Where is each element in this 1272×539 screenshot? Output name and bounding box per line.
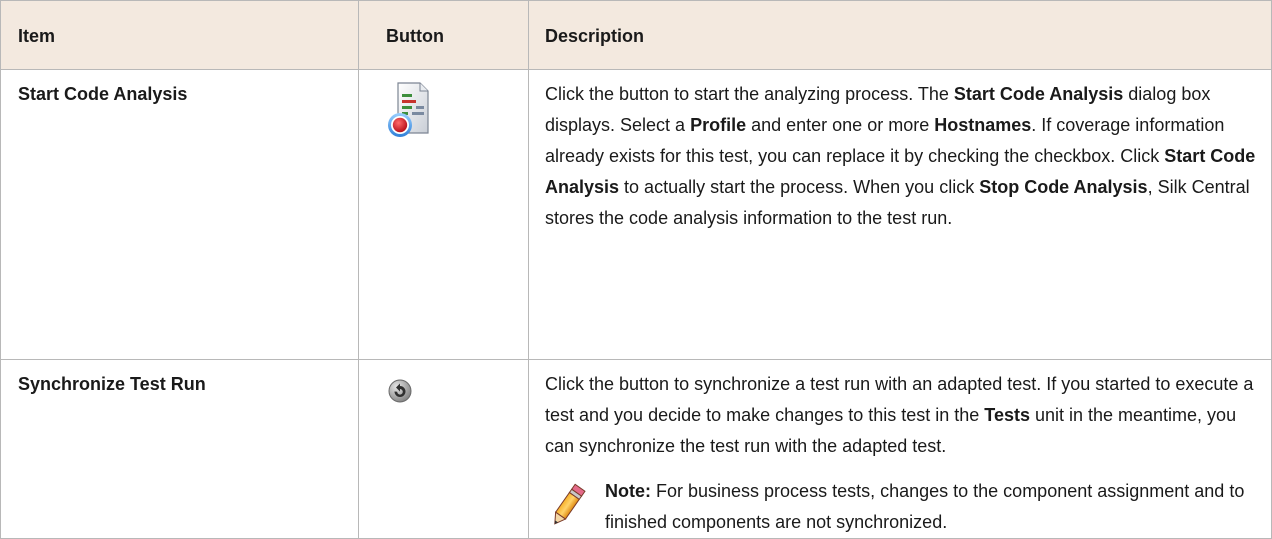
note-label: Note: [605, 481, 651, 501]
desc-seg: Hostnames [934, 115, 1032, 135]
button-cell [358, 69, 529, 360]
note-text: For business process tests, changes to t… [605, 481, 1245, 532]
item-cell: Start Code Analysis [0, 69, 359, 360]
header-button: Button [358, 0, 529, 70]
item-name-synchronize-test-run: Synchronize Test Run [18, 374, 206, 394]
item-cell: Synchronize Test Run [0, 359, 359, 539]
table-row: Synchronize Test Run Click the button to… [0, 359, 1272, 539]
desc-seg: Profile [690, 115, 747, 135]
desc-seg: Click the button to start the analyzing … [545, 84, 954, 104]
desc-seg: Start Code Analysis [953, 84, 1124, 104]
description-synchronize-test-run: Click the button to synchronize a test r… [545, 369, 1259, 462]
note-box: Note: For business process tests, change… [545, 476, 1259, 538]
desc-seg: and enter one or more [746, 115, 935, 135]
reference-table: Item Button Description Start Code Analy… [0, 0, 1272, 539]
code-analysis-icon [386, 79, 430, 153]
pencil-note-icon [549, 482, 587, 538]
table-header-row: Item Button Description [0, 0, 1272, 70]
synchronize-icon [388, 379, 412, 413]
description-cell: Click the button to synchronize a test r… [528, 359, 1272, 539]
button-cell [358, 359, 529, 539]
desc-seg: Stop Code Analysis [979, 177, 1148, 197]
header-item: Item [0, 0, 359, 70]
desc-seg: Tests [984, 405, 1030, 425]
table-row: Start Code Analysis Click the button to … [0, 69, 1272, 360]
header-description: Description [528, 0, 1272, 70]
item-name-start-code-analysis: Start Code Analysis [18, 84, 188, 104]
description-cell: Click the button to start the analyzing … [528, 69, 1272, 360]
description-start-code-analysis: Click the button to start the analyzing … [545, 79, 1259, 234]
desc-seg: to actually start the process. When you … [619, 177, 980, 197]
